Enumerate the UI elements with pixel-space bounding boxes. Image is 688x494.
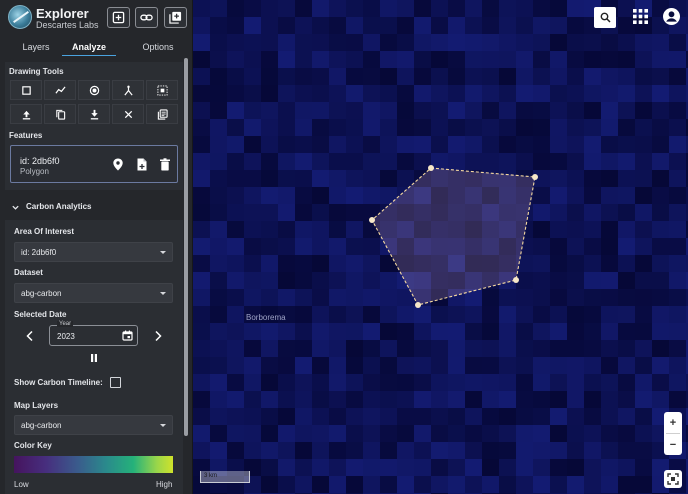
pause-icon[interactable]: [89, 353, 99, 363]
caret-down-icon: [160, 424, 166, 427]
app-subtitle: Descartes Labs: [36, 20, 99, 30]
explorer-logo-icon: [8, 5, 32, 29]
selected-date-label: Selected Date: [14, 310, 67, 319]
dataset-select[interactable]: abg-carbon: [14, 283, 173, 303]
zoom-in-button[interactable]: +: [664, 412, 682, 433]
sidebar-scrollbar[interactable]: [184, 58, 188, 436]
add-box-button[interactable]: [107, 7, 130, 28]
map-layers-value: abg-carbon: [21, 421, 62, 430]
upload-button[interactable]: [10, 104, 42, 124]
location-pin-icon[interactable]: [112, 158, 124, 171]
year-field[interactable]: 2023: [49, 325, 138, 346]
polygon-vertex[interactable]: [532, 174, 538, 180]
brand-header: Explorer Descartes Labs: [0, 0, 193, 36]
map-canvas[interactable]: Borborema + − 3 km: [193, 0, 688, 494]
delete-icon[interactable]: [159, 158, 171, 171]
chevron-left-icon[interactable]: [25, 330, 35, 342]
show-carbon-timeline-checkbox[interactable]: [110, 377, 121, 388]
app-title: Explorer: [36, 6, 89, 21]
feature-item[interactable]: id: 2db6f0 Polygon: [10, 145, 178, 183]
library-books-icon: [157, 108, 168, 120]
link-button[interactable]: [135, 7, 158, 28]
drawing-tools-title: Drawing Tools: [9, 67, 64, 76]
area-of-interest-select[interactable]: id: 2db6f0: [14, 242, 173, 262]
map-scale-bar: 3 km: [200, 471, 250, 483]
color-key-label: Color Key: [14, 441, 52, 450]
map-layers-label: Map Layers: [14, 401, 59, 410]
calendar-icon[interactable]: [122, 330, 133, 341]
show-carbon-timeline-label: Show Carbon Timeline:: [14, 378, 103, 387]
library-add-button[interactable]: [164, 7, 187, 28]
draw-circle-button[interactable]: [78, 80, 110, 100]
polygon-vertex[interactable]: [513, 277, 519, 283]
copy-icon: [55, 109, 65, 120]
draw-rectangle-button[interactable]: [10, 80, 42, 100]
sidebar: Explorer Descartes Labs Layers Analyze O…: [0, 0, 193, 494]
tab-analyze[interactable]: Analyze: [62, 42, 116, 52]
polygon-vertex[interactable]: [428, 165, 434, 171]
fullscreen-icon: [667, 473, 679, 485]
library-add-icon: [169, 11, 182, 24]
draw-polyline-button[interactable]: [44, 80, 76, 100]
close-icon: [124, 110, 132, 118]
rectangle-icon: [21, 85, 31, 95]
copy-button[interactable]: [44, 104, 76, 124]
caret-down-icon: [160, 251, 166, 254]
features-title: Features: [9, 131, 43, 140]
note-add-icon[interactable]: [136, 158, 148, 171]
circle-icon: [89, 85, 99, 95]
map-search-button[interactable]: [594, 7, 616, 28]
tab-layers[interactable]: Layers: [22, 42, 50, 52]
chevron-right-icon[interactable]: [153, 330, 163, 342]
scale-text: 3 km: [204, 473, 218, 479]
color-key-high: High: [156, 480, 173, 489]
active-tab-indicator: [62, 55, 116, 56]
clear-button[interactable]: [112, 104, 144, 124]
library-books-button[interactable]: [146, 104, 178, 124]
year-value: 2023: [57, 332, 75, 341]
carbon-analytics-header[interactable]: Carbon Analytics: [26, 202, 92, 211]
apps-grid-icon[interactable]: [633, 9, 648, 24]
zoom-out-button[interactable]: −: [664, 434, 682, 455]
feature-id: id: 2db6f0: [20, 156, 60, 166]
tab-bar: Layers Analyze Options: [0, 40, 193, 58]
chevron-down-icon[interactable]: [11, 203, 20, 212]
polygon-vertex[interactable]: [415, 302, 421, 308]
color-key-low: Low: [14, 480, 29, 489]
download-button[interactable]: [78, 104, 110, 124]
fullscreen-button[interactable]: [664, 470, 682, 488]
dataset-value: abg-carbon: [21, 289, 62, 298]
select-area-icon: [156, 84, 168, 96]
area-of-interest-label: Area Of Interest: [14, 227, 75, 236]
polygon-vertex[interactable]: [369, 217, 375, 223]
color-key-gradient: [14, 456, 173, 473]
area-of-interest-value: id: 2db6f0: [21, 248, 57, 257]
dataset-label: Dataset: [14, 268, 43, 277]
polygon-shape[interactable]: [371, 167, 536, 306]
place-label: Borborema: [246, 313, 286, 322]
download-icon: [90, 109, 98, 119]
account-circle-icon[interactable]: [663, 8, 680, 25]
upload-icon: [22, 110, 30, 119]
app-root: Explorer Descartes Labs Layers Analyze O…: [0, 0, 688, 494]
tab-options[interactable]: Options: [139, 42, 177, 52]
search-icon: [600, 12, 611, 23]
map-layers-select[interactable]: abg-carbon: [14, 415, 173, 435]
add-box-icon: [112, 11, 125, 24]
zoom-control: + −: [664, 412, 682, 455]
draw-branch-button[interactable]: [112, 80, 144, 100]
select-area-button[interactable]: [146, 80, 178, 100]
year-label: Year: [57, 321, 74, 327]
feature-type: Polygon: [20, 167, 49, 176]
caret-down-icon: [160, 292, 166, 295]
aoi-polygon[interactable]: [193, 0, 688, 494]
branch-icon: [123, 85, 133, 95]
polyline-icon: [54, 85, 66, 94]
link-icon: [140, 14, 153, 21]
